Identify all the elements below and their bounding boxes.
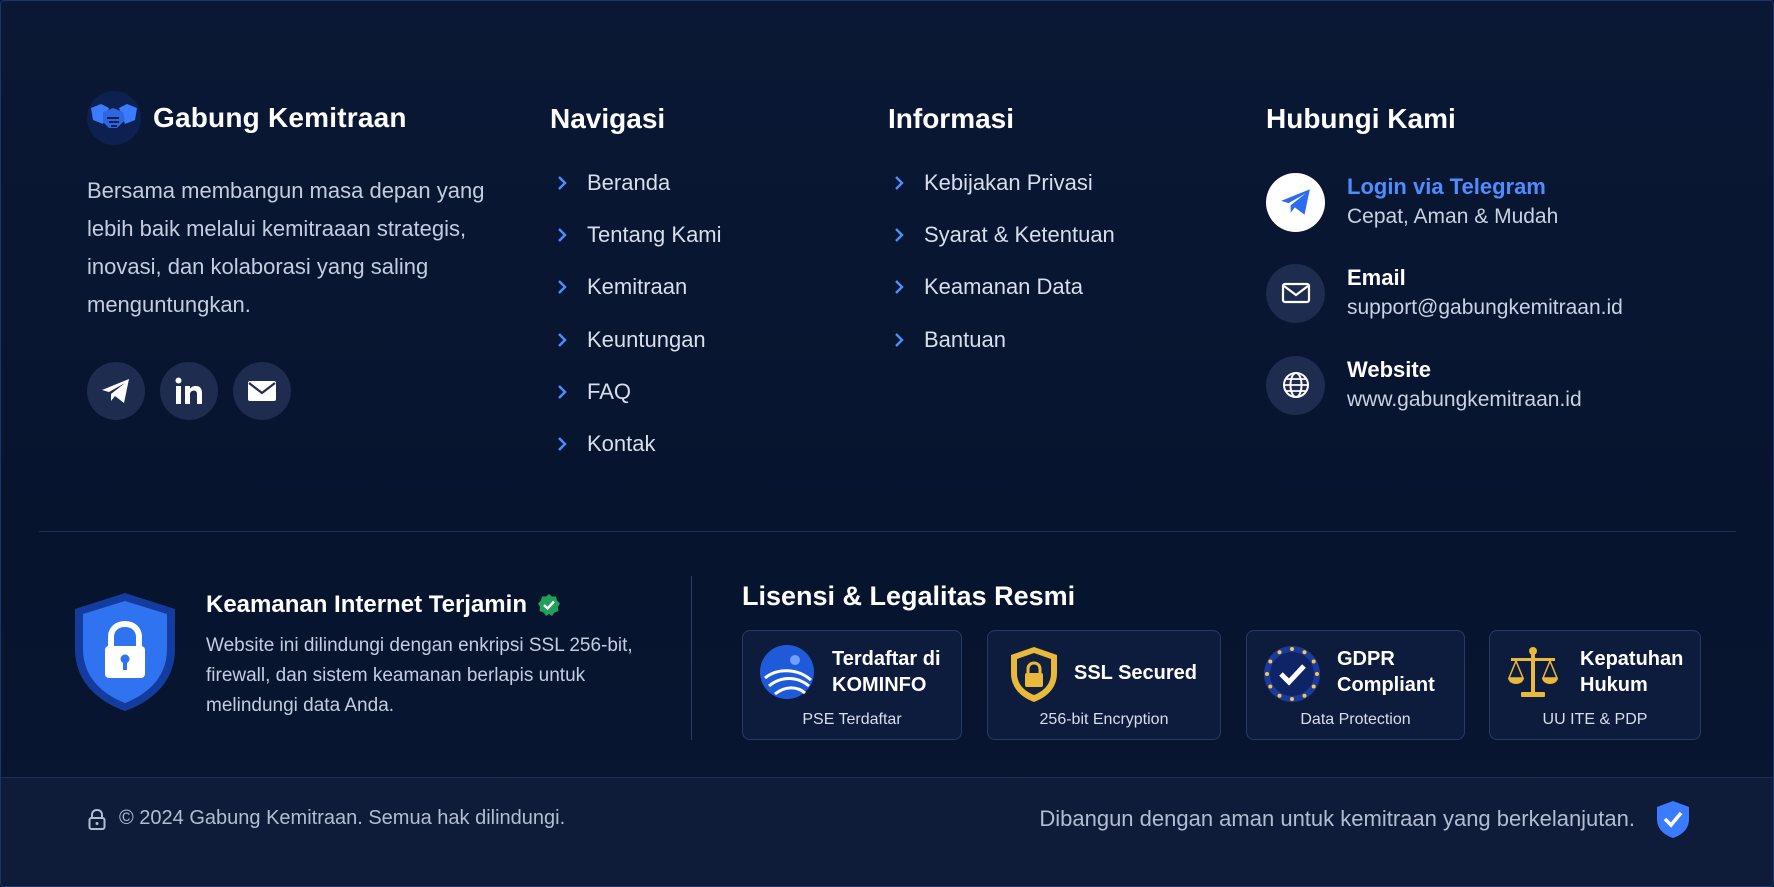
informasi-title: Informasi bbox=[888, 103, 1015, 134]
badge-title: GDPR Compliant bbox=[1337, 648, 1435, 696]
contact-title: Hubungi Kami bbox=[1266, 103, 1456, 134]
mail-icon bbox=[1266, 263, 1325, 323]
navigasi-title: Navigasi bbox=[550, 103, 666, 134]
verified-check-icon bbox=[537, 593, 561, 617]
telegram-login-label: Login via Telegram bbox=[1347, 174, 1546, 199]
copyright: © 2024 Gabung Kemitraan. Semua hak dilin… bbox=[87, 807, 565, 830]
badge-gdpr[interactable]: GDPR Compliant Data Protection bbox=[1246, 630, 1465, 740]
nav-link-beranda[interactable]: Beranda bbox=[553, 157, 722, 209]
chevron-right-icon bbox=[553, 383, 571, 401]
chevron-right-icon bbox=[553, 174, 571, 192]
info-link-label: Keamanan Data bbox=[924, 274, 1083, 300]
chevron-right-icon bbox=[553, 278, 571, 296]
lock-icon bbox=[87, 808, 107, 830]
info-link-label: Bantuan bbox=[924, 326, 1006, 352]
chevron-right-icon bbox=[553, 331, 571, 349]
chevron-right-icon bbox=[890, 226, 908, 244]
globe-icon bbox=[1266, 355, 1325, 415]
info-link-syarat-ketentuan[interactable]: Syarat & Ketentuan bbox=[890, 209, 1115, 261]
badge-title: Terdaftar di KOMINFO bbox=[832, 648, 941, 696]
section-divider bbox=[39, 531, 1736, 532]
nav-link-label: Tentang Kami bbox=[587, 222, 722, 248]
nav-link-kontak[interactable]: Kontak bbox=[553, 418, 722, 470]
email-value: support@gabungkemitraan.id bbox=[1347, 296, 1623, 319]
nav-link-tentang-kami[interactable]: Tentang Kami bbox=[553, 209, 722, 261]
chevron-right-icon bbox=[890, 278, 908, 296]
ssl-shield-icon bbox=[1006, 644, 1066, 704]
nav-link-label: FAQ bbox=[587, 378, 632, 404]
badge-kepatuhan-hukum[interactable]: Kepatuhan Hukum UU ITE & PDP bbox=[1489, 630, 1701, 740]
badge-subtitle: Data Protection bbox=[1300, 711, 1411, 728]
badge-subtitle: 256-bit Encryption bbox=[1039, 711, 1169, 728]
nav-link-label: Kemitraan bbox=[587, 274, 688, 300]
telegram-icon bbox=[1266, 172, 1325, 232]
badge-ssl-secured[interactable]: SSL Secured 256-bit Encryption bbox=[987, 630, 1221, 740]
navigasi-list: Beranda Tentang Kami Kemitraan Keuntunga… bbox=[553, 157, 722, 470]
website-label: Website bbox=[1347, 357, 1431, 382]
chevron-right-icon bbox=[553, 435, 571, 453]
shield-check-icon bbox=[1655, 799, 1691, 839]
chevron-right-icon bbox=[553, 226, 571, 244]
nav-link-label: Beranda bbox=[587, 170, 671, 196]
nav-link-keuntungan[interactable]: Keuntungan bbox=[553, 314, 722, 366]
info-link-keamanan-data[interactable]: Keamanan Data bbox=[890, 261, 1115, 313]
website-contact[interactable]: Website www.gabungkemitraan.id bbox=[1266, 355, 1582, 415]
badge-subtitle: PSE Terdaftar bbox=[802, 711, 902, 728]
security-description: Website ini dilindungi dengan enkripsi S… bbox=[206, 635, 633, 716]
licenses-title: Lisensi & Legalitas Resmi bbox=[742, 581, 1076, 611]
info-link-bantuan[interactable]: Bantuan bbox=[890, 314, 1115, 366]
telegram-login-subtitle: Cepat, Aman & Mudah bbox=[1347, 205, 1559, 228]
website-value: www.gabungkemitraan.id bbox=[1347, 388, 1582, 411]
telegram-login-link[interactable]: Login via Telegram Cepat, Aman & Mudah bbox=[1266, 172, 1558, 232]
nav-link-label: Keuntungan bbox=[587, 326, 706, 352]
nav-link-faq[interactable]: FAQ bbox=[553, 366, 722, 418]
scales-icon bbox=[1505, 644, 1565, 704]
nav-link-label: Kontak bbox=[587, 431, 656, 457]
badge-title: SSL Secured bbox=[1074, 662, 1198, 684]
social-links bbox=[87, 362, 291, 420]
informasi-list: Kebijakan Privasi Syarat & Ketentuan Kea… bbox=[890, 157, 1115, 366]
brand-description: Bersama membangun masa depan yang lebih … bbox=[87, 178, 485, 317]
built-text: Dibangun dengan aman untuk kemitraan yan… bbox=[1039, 806, 1635, 831]
copyright-text: © 2024 Gabung Kemitraan. Semua hak dilin… bbox=[119, 807, 566, 829]
gdpr-icon bbox=[1262, 644, 1322, 704]
brand-name: Gabung Kemitraan bbox=[153, 102, 407, 133]
badge-title: Kepatuhan Hukum bbox=[1580, 648, 1684, 696]
brand[interactable]: Gabung Kemitraan bbox=[87, 91, 407, 145]
linkedin-icon[interactable] bbox=[160, 362, 218, 420]
security-title-text: Keamanan Internet Terjamin bbox=[206, 591, 527, 618]
footer-bottom-bar: © 2024 Gabung Kemitraan. Semua hak dilin… bbox=[1, 777, 1773, 886]
badge-kominfo[interactable]: Terdaftar di KOMINFO PSE Terdaftar bbox=[742, 630, 962, 740]
security-title: Keamanan Internet Terjamin bbox=[206, 591, 561, 619]
info-link-kebijakan-privasi[interactable]: Kebijakan Privasi bbox=[890, 157, 1115, 209]
handshake-logo-icon bbox=[87, 91, 141, 145]
email-label: Email bbox=[1347, 265, 1406, 290]
info-link-label: Syarat & Ketentuan bbox=[924, 222, 1115, 248]
nav-link-kemitraan[interactable]: Kemitraan bbox=[553, 261, 722, 313]
badge-subtitle: UU ITE & PDP bbox=[1542, 711, 1648, 728]
kominfo-logo bbox=[757, 644, 817, 704]
built-statement: Dibangun dengan aman untuk kemitraan yan… bbox=[1039, 799, 1691, 839]
vertical-divider bbox=[691, 576, 692, 740]
info-link-label: Kebijakan Privasi bbox=[924, 170, 1093, 196]
email-contact[interactable]: Email support@gabungkemitraan.id bbox=[1266, 263, 1623, 323]
security-shield-icon bbox=[71, 591, 179, 713]
mail-icon[interactable] bbox=[233, 362, 291, 420]
telegram-icon[interactable] bbox=[87, 362, 145, 420]
chevron-right-icon bbox=[890, 331, 908, 349]
chevron-right-icon bbox=[890, 174, 908, 192]
site-footer: Gabung Kemitraan Bersama membangun masa … bbox=[0, 0, 1774, 887]
